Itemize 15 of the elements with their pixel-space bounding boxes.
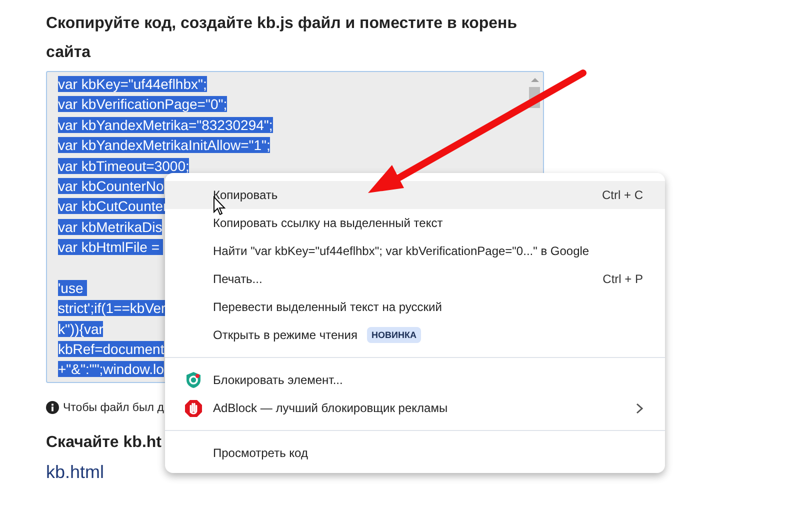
menu-item-label: Копировать ссылку на выделенный текст [213,216,443,230]
menu-item-label: Открыть в режиме чтения [213,328,358,342]
menu-item-label: AdBlock — лучший блокировщик рекламы [213,401,448,415]
section-heading: Скачайте kb.ht [46,434,162,452]
menu-item-label: Просмотреть код [213,446,308,460]
shortcut-text: Ctrl + P [602,272,643,286]
section-heading: Скопируйте код, создайте kb.js файл и поместите в корень сайта [46,14,518,63]
menu-item-label: Копировать [213,188,278,202]
menu-item-label: Найти "var kbKey="uf44eflhbx"; var kbVerificationPage="0..." в Google [213,244,590,258]
shortcut-text: Ctrl + C [602,188,643,202]
new-badge: НОВИНКА [366,327,422,343]
menu-item-label: Печать... [213,272,262,286]
menu-item-label: Блокировать элемент... [213,373,343,387]
menu-item-label: Перевести выделенный текст на русский [213,300,442,314]
info-text: Чтобы файл был д [63,402,164,414]
